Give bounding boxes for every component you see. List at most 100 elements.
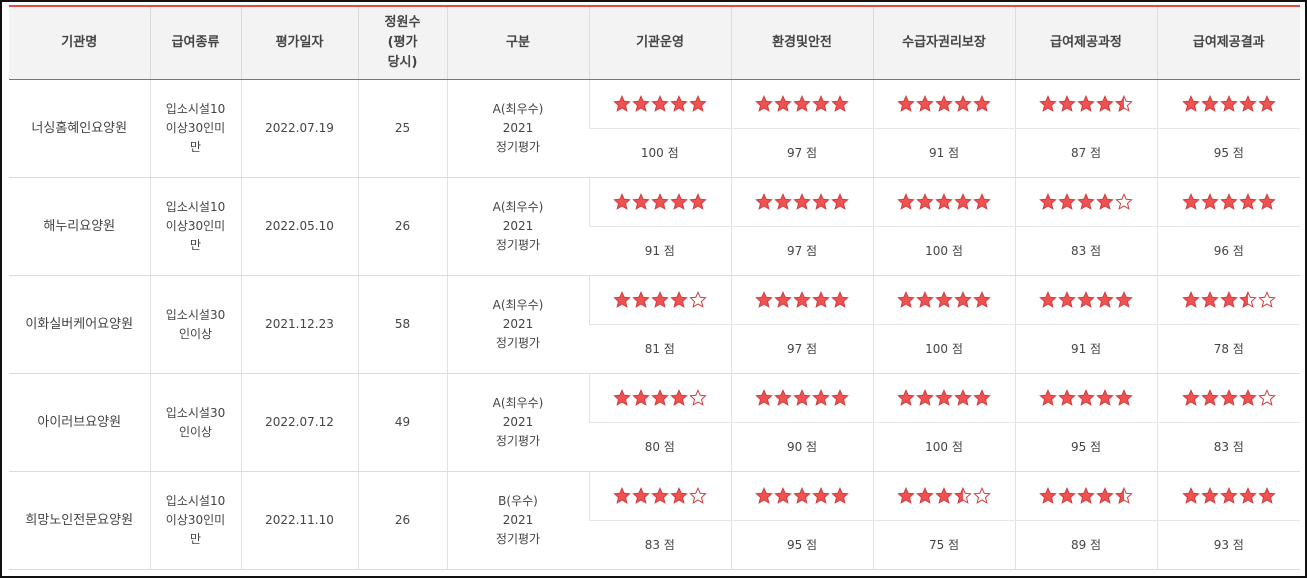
star-rating-cell [1014,79,1157,129]
star-rating [755,94,850,114]
benefit-type-line: 만 [189,532,202,546]
star-full-icon [1096,94,1114,112]
star-rating [1181,486,1276,506]
star-rating [1039,94,1134,114]
score-value: 90 점 [786,439,818,454]
header-recipient-rights: 수급자권리보장 [872,7,1015,80]
star-full-icon [670,192,688,210]
org-name: 해누리요양원 [43,219,116,234]
star-full-icon [632,94,650,112]
score-cell: 97 점 [730,128,873,178]
benefit-type-cell: 입소시설10 이상30인미 만 [149,177,241,276]
category-line: A(최우수) [492,102,544,116]
star-rating-cell [872,373,1015,423]
star-empty-icon [1257,290,1276,308]
star-full-icon [755,388,773,406]
star-full-icon [812,486,830,504]
benefit-type-line: 인이상 [178,424,213,439]
category-line: 정기평가 [495,336,541,350]
eval-date-cell: 2021.12.23 [240,275,358,374]
star-full-icon [1058,486,1076,504]
score-value: 100 점 [925,439,963,454]
header-category: 구분 [446,7,589,80]
star-full-icon [1181,290,1200,308]
star-rating [613,486,708,506]
star-full-icon [613,388,631,406]
header-label: 기관명 [61,35,98,50]
org-name-cell: 이화실버케어요양원 [9,275,150,374]
score-value: 95 점 [786,537,818,552]
category-line: A(최우수) [492,298,544,312]
capacity: 26 [394,513,411,527]
score-cell: 89 점 [1014,520,1157,570]
org-name-cell: 아이러브요양원 [9,373,150,472]
star-rating [1181,94,1276,114]
star-full-icon [812,388,830,406]
table-body: 너싱홈혜인요양원 입소시설10 이상30인미 만 2022.07.19 25 A(최우수) 2… [9,79,1300,570]
category-line: 2021 [502,121,534,135]
star-full-icon [651,94,669,112]
header-operation: 기관운영 [588,7,731,80]
star-rating [755,290,850,310]
star-full-icon [1115,388,1133,406]
star-empty-icon [689,290,707,308]
score-cell: 80 점 [589,422,731,472]
star-full-icon [1219,290,1238,308]
star-rating-cell [588,471,731,521]
score-cell: 100 점 [872,324,1015,374]
benefit-type-cell: 입소시설10 이상30인미 만 [149,79,241,178]
star-rating [897,290,992,310]
star-full-icon [973,290,991,308]
score-cell: 97 점 [730,226,873,276]
star-rating [897,192,992,212]
org-name-cell: 너싱홈혜인요양원 [9,79,150,178]
star-full-icon [831,388,849,406]
star-full-icon [774,192,792,210]
star-full-icon [812,192,830,210]
star-rating [613,192,708,212]
header-eval-date: 평가일자 [240,7,358,80]
score-value: 80 점 [644,439,675,454]
star-rating [755,486,850,506]
table-row: 아이러브요양원 입소시설30 인이상 2022.07.12 49 A(최우수) 2021 정기… [9,373,1300,472]
star-rating-cell [872,471,1015,521]
org-name-cell: 해누리요양원 [9,177,150,276]
star-full-icon [755,94,773,112]
star-full-icon [774,486,792,504]
category-cell: A(최우수) 2021 정기평가 [446,177,589,276]
star-full-icon [1077,94,1095,112]
star-full-icon [755,290,773,308]
star-full-icon [632,388,650,406]
category-line: B(우수) [498,494,538,508]
star-rating-cell [730,471,873,521]
star-full-icon [632,290,650,308]
score-value: 91 점 [1070,341,1102,356]
star-full-icon [897,192,915,210]
star-full-icon [793,290,811,308]
star-empty-icon [689,388,707,406]
star-full-icon [897,486,915,504]
score-value: 75 점 [928,537,960,552]
eval-date-cell: 2022.07.19 [240,79,358,178]
category-line: 정기평가 [495,434,541,448]
star-rating-cell [1014,275,1157,325]
header-label: 수급자권리보장 [902,35,986,50]
star-rating [1039,388,1134,408]
star-full-icon [916,290,934,308]
score-value: 87 점 [1070,145,1102,160]
star-full-icon [954,192,972,210]
star-full-icon [954,290,972,308]
score-value: 78 점 [1213,341,1244,356]
star-full-icon [973,388,991,406]
star-full-icon [831,486,849,504]
star-full-icon [1257,94,1276,112]
star-full-icon [1238,388,1257,406]
benefit-type-line: 만 [189,140,202,154]
star-rating-cell [1014,373,1157,423]
score-cell: 100 점 [872,422,1015,472]
score-cell: 75 점 [872,520,1015,570]
star-full-icon [916,486,934,504]
score-cell: 100 점 [589,128,731,178]
star-half-icon [1115,486,1133,504]
star-full-icon [1200,94,1219,112]
